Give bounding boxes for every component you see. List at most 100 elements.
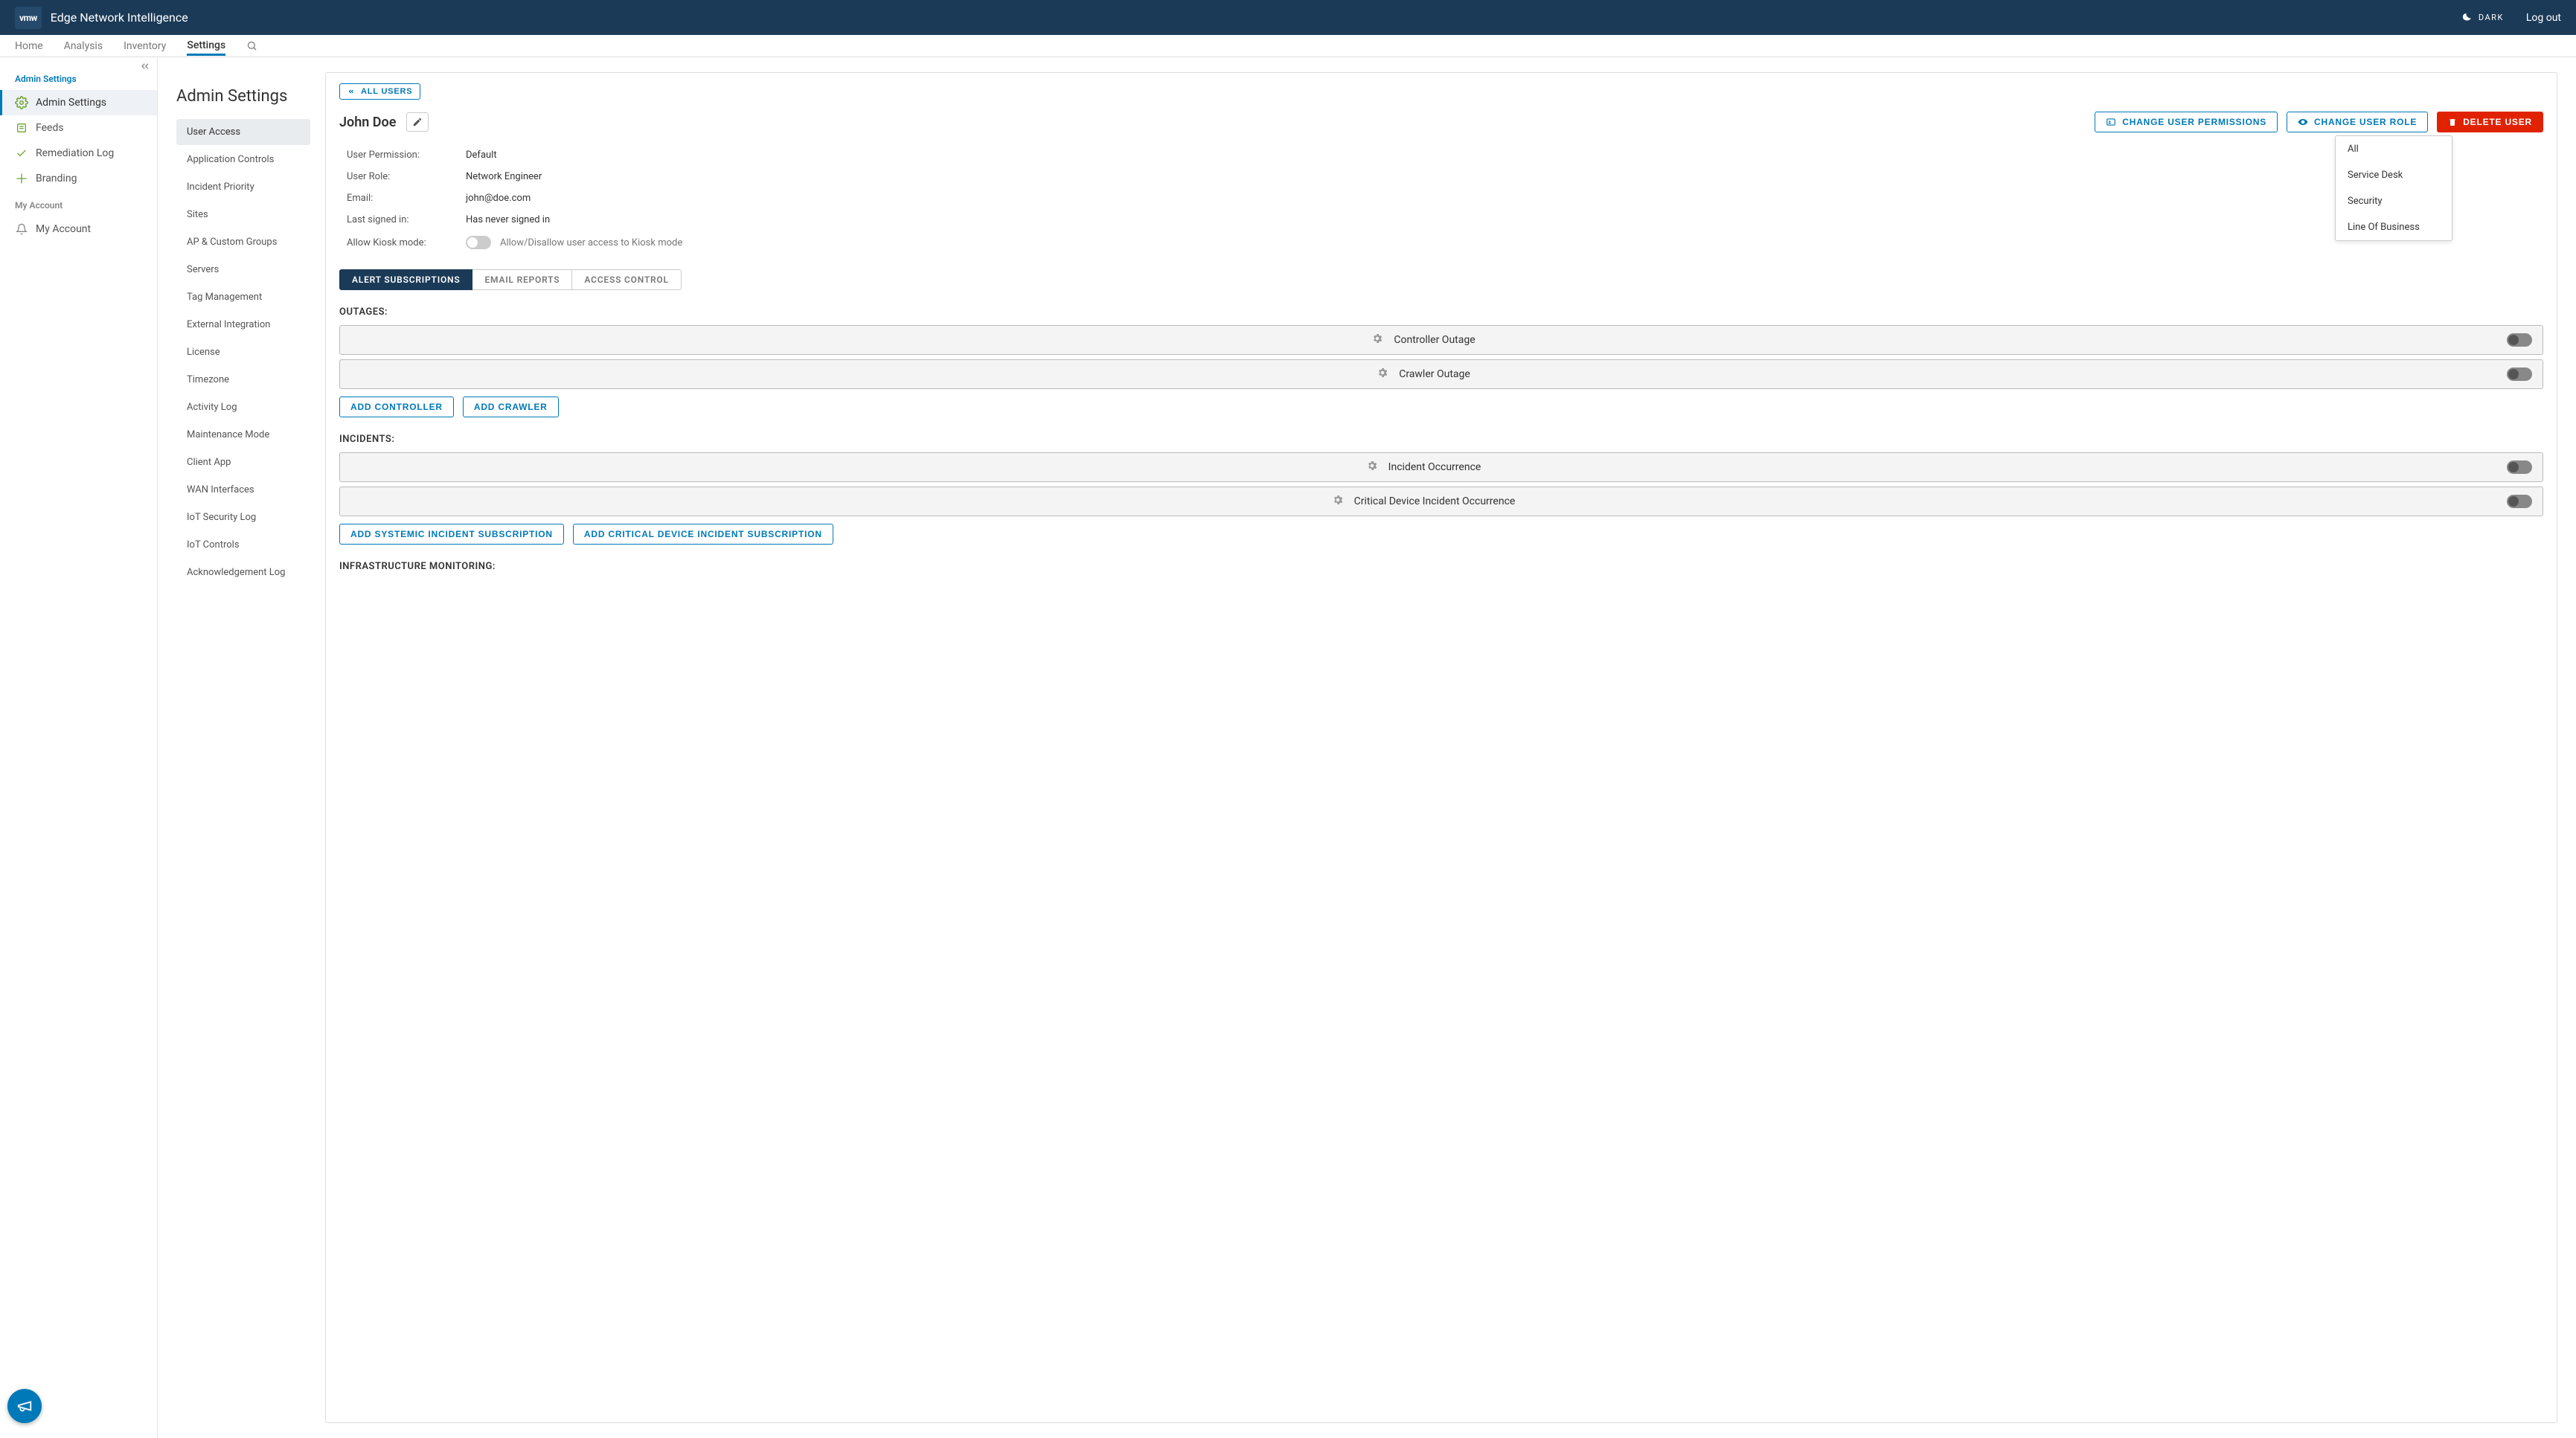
kiosk-toggle[interactable]: [466, 236, 491, 249]
delete-user-label: DELETE USER: [2463, 117, 2532, 127]
gear-icon[interactable]: [1332, 494, 1344, 509]
subnav-acknowledgement-log[interactable]: Acknowledgement Log: [176, 559, 310, 585]
incidents-section-label: INCIDENTS:: [339, 434, 2543, 445]
nav-inventory[interactable]: Inventory: [124, 36, 166, 56]
gear-icon[interactable]: [1366, 460, 1378, 475]
search-icon[interactable]: [246, 40, 257, 51]
gear-icon: [15, 96, 28, 109]
outage-toggle[interactable]: [2507, 367, 2532, 381]
sidebar-item-feeds[interactable]: Feeds: [0, 115, 157, 141]
sidebar: Admin Settings Admin Settings Feeds Reme…: [0, 57, 158, 1438]
megaphone-icon: [16, 1398, 33, 1414]
page-title: Admin Settings: [176, 87, 310, 119]
collapse-sidebar-button[interactable]: [139, 60, 151, 75]
outage-row-controller: Controller Outage: [339, 325, 2543, 355]
add-controller-button[interactable]: ADD CONTROLLER: [339, 397, 454, 417]
infra-section-label: INFRASTRUCTURE MONITORING:: [339, 561, 2543, 572]
signed-value: Has never signed in: [466, 214, 550, 225]
incident-toggle[interactable]: [2507, 495, 2532, 508]
role-option-all[interactable]: All: [2336, 136, 2452, 162]
perm-label: User Permission:: [347, 150, 466, 161]
top-nav: Home Analysis Inventory Settings: [0, 35, 2576, 57]
role-value: Network Engineer: [466, 171, 542, 182]
sidebar-item-admin-settings[interactable]: Admin Settings: [0, 90, 157, 115]
email-value: john@doe.com: [466, 193, 531, 204]
tab-access-control[interactable]: ACCESS CONTROL: [572, 269, 681, 290]
incident-row-critical: Critical Device Incident Occurrence: [339, 487, 2543, 516]
add-crawler-button[interactable]: ADD CRAWLER: [463, 397, 559, 417]
dark-mode-toggle[interactable]: DARK: [2461, 12, 2504, 24]
perm-value: Default: [466, 150, 497, 161]
subnav-wan-interfaces[interactable]: WAN Interfaces: [176, 477, 310, 503]
role-dropdown: All Service Desk Security Line Of Busine…: [2335, 135, 2452, 241]
subnav-activity-log[interactable]: Activity Log: [176, 394, 310, 420]
edit-user-button[interactable]: [406, 112, 429, 132]
sidebar-item-remediation-log[interactable]: Remediation Log: [0, 141, 157, 166]
subnav-license[interactable]: License: [176, 339, 310, 365]
outage-row-crawler: Crawler Outage: [339, 359, 2543, 389]
logout-link[interactable]: Log out: [2526, 12, 2561, 24]
signed-label: Last signed in:: [347, 214, 466, 225]
role-option-service-desk[interactable]: Service Desk: [2336, 162, 2452, 188]
tab-alert-subscriptions[interactable]: ALERT SUBSCRIPTIONS: [339, 269, 472, 290]
subnav-timezone[interactable]: Timezone: [176, 367, 310, 393]
sidebar-item-my-account[interactable]: My Account: [0, 216, 157, 242]
incident-toggle[interactable]: [2507, 460, 2532, 474]
subscription-tabs: ALERT SUBSCRIPTIONS EMAIL REPORTS ACCESS…: [339, 269, 2543, 290]
subnav-iot-controls[interactable]: IoT Controls: [176, 532, 310, 558]
main-panel: ALL USERS John Doe CHANGE USER PERMISSIO…: [325, 72, 2557, 1423]
pencil-icon: [412, 117, 423, 127]
feeds-icon: [15, 121, 28, 135]
gear-icon[interactable]: [1377, 367, 1388, 382]
logo: vmw: [15, 7, 42, 29]
all-users-label: ALL USERS: [361, 87, 412, 96]
bell-icon: [15, 222, 28, 236]
kiosk-help: Allow/Disallow user access to Kiosk mode: [500, 237, 682, 248]
trash-icon: [2448, 118, 2457, 126]
delete-user-button[interactable]: DELETE USER: [2437, 112, 2543, 132]
moon-icon: [2461, 12, 2473, 24]
outage-toggle[interactable]: [2507, 333, 2532, 347]
sidebar-item-label: My Account: [36, 223, 91, 235]
nav-analysis[interactable]: Analysis: [64, 36, 103, 56]
role-option-line-of-business[interactable]: Line Of Business: [2336, 214, 2452, 240]
tab-email-reports[interactable]: EMAIL REPORTS: [472, 269, 572, 290]
change-role-label: CHANGE USER ROLE: [2314, 117, 2417, 127]
subnav-maintenance-mode[interactable]: Maintenance Mode: [176, 422, 310, 448]
nav-home[interactable]: Home: [15, 36, 43, 56]
subnav-tag-management[interactable]: Tag Management: [176, 284, 310, 310]
check-icon: [15, 147, 28, 160]
sidebar-item-label: Branding: [36, 173, 77, 184]
chevron-double-left-icon: [139, 60, 151, 72]
incident-row-label: Incident Occurrence: [1388, 461, 1481, 473]
nav-settings[interactable]: Settings: [187, 36, 225, 56]
change-role-button[interactable]: CHANGE USER ROLE: [2287, 112, 2428, 132]
subnav-client-app[interactable]: Client App: [176, 449, 310, 475]
feedback-fab[interactable]: [7, 1389, 42, 1423]
subnav-iot-security-log[interactable]: IoT Security Log: [176, 504, 310, 530]
subnav-user-access[interactable]: User Access: [176, 119, 310, 145]
incident-row-label: Critical Device Incident Occurrence: [1354, 495, 1516, 507]
sidebar-section-myaccount: My Account: [0, 191, 157, 216]
subnav-sites[interactable]: Sites: [176, 202, 310, 228]
all-users-button[interactable]: ALL USERS: [339, 83, 420, 100]
subnav-external-integration[interactable]: External Integration: [176, 312, 310, 338]
subnav-application-controls[interactable]: Application Controls: [176, 147, 310, 173]
change-permissions-button[interactable]: CHANGE USER PERMISSIONS: [2095, 112, 2278, 132]
role-option-security[interactable]: Security: [2336, 188, 2452, 214]
top-header: vmw Edge Network Intelligence DARK Log o…: [0, 0, 2576, 35]
kiosk-label: Allow Kiosk mode:: [347, 237, 466, 248]
user-name: John Doe: [339, 115, 396, 130]
gear-icon[interactable]: [1371, 333, 1383, 347]
add-critical-incident-button[interactable]: ADD CRITICAL DEVICE INCIDENT SUBSCRIPTIO…: [573, 524, 833, 545]
subnav-ap-custom-groups[interactable]: AP & Custom Groups: [176, 229, 310, 255]
sidebar-item-branding[interactable]: Branding: [0, 166, 157, 191]
incident-row-occurrence: Incident Occurrence: [339, 452, 2543, 482]
subnav-incident-priority[interactable]: Incident Priority: [176, 174, 310, 200]
sidebar-item-label: Feeds: [36, 122, 64, 134]
chevron-double-left-icon: [347, 88, 355, 95]
app-title: Edge Network Intelligence: [51, 10, 188, 25]
add-systemic-incident-button[interactable]: ADD SYSTEMIC INCIDENT SUBSCRIPTION: [339, 524, 564, 545]
subnav-servers[interactable]: Servers: [176, 257, 310, 283]
sidebar-item-label: Remediation Log: [36, 147, 114, 159]
